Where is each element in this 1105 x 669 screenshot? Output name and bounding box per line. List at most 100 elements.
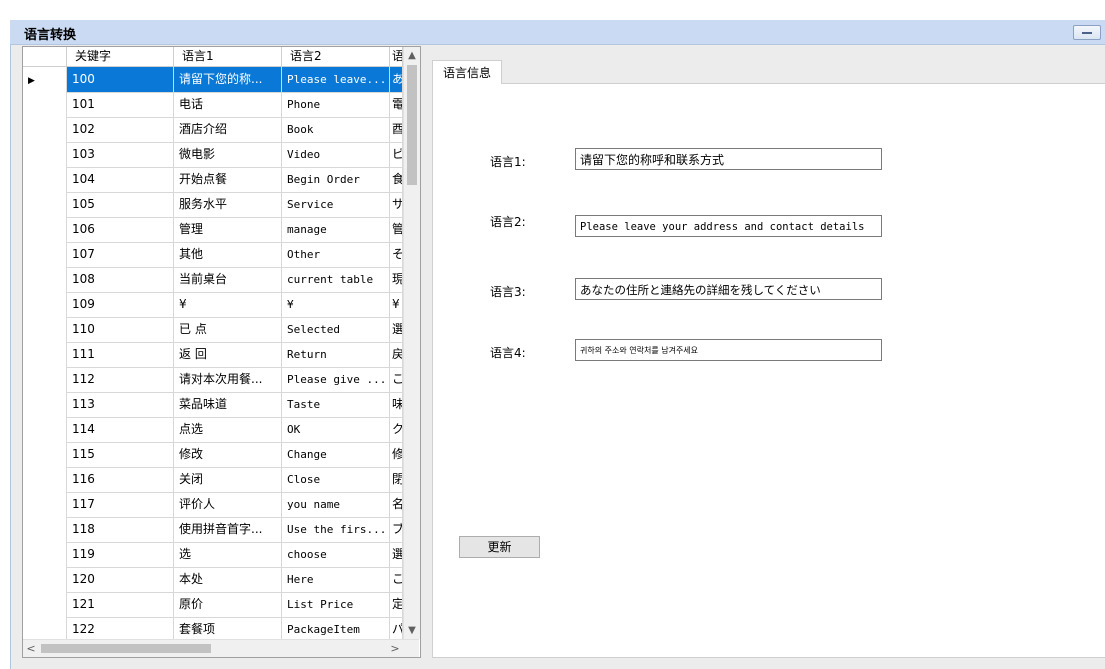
table-row[interactable]: 120 本处 Here こ [23,567,403,593]
cell-lang1[interactable]: 使用拼音首字... [174,517,282,542]
cell-lang1[interactable]: 已 点 [174,317,282,342]
cell-lang2[interactable]: Other [282,242,390,267]
cell-key[interactable]: 118 [67,517,174,542]
cell-lang3[interactable]: 定 [390,592,403,617]
table-row[interactable]: 102 酒店介绍 Book 酉 [23,117,403,143]
row-header[interactable] [23,167,67,192]
cell-lang2[interactable]: Please leave... [282,67,390,92]
cell-lang2[interactable]: you name [282,492,390,517]
cell-lang3[interactable]: 修 [390,442,403,467]
horizontal-scroll-thumb[interactable] [41,644,211,653]
language3-field[interactable]: あなたの住所と連絡先の詳細を残してください [575,278,882,300]
cell-lang2[interactable]: Change [282,442,390,467]
column-header-key[interactable]: 关键字 [67,47,174,66]
cell-lang1[interactable]: 本处 [174,567,282,592]
column-header-lang2[interactable]: 语言2 [282,47,390,66]
cell-lang2[interactable]: Please give ... [282,367,390,392]
table-row[interactable]: 109 ¥ ¥ ¥ [23,292,403,318]
cell-key[interactable]: 111 [67,342,174,367]
cell-lang2[interactable]: Begin Order [282,167,390,192]
cell-lang1[interactable]: 原价 [174,592,282,617]
row-header[interactable] [23,592,67,617]
table-row[interactable]: 112 请对本次用餐... Please give ... こ [23,367,403,393]
cell-key[interactable]: 117 [67,492,174,517]
cell-lang2[interactable]: Phone [282,92,390,117]
cell-lang3[interactable]: こ [390,567,403,592]
cell-key[interactable]: 112 [67,367,174,392]
table-row[interactable]: 107 其他 Other そ [23,242,403,268]
row-header[interactable]: ▶ [23,67,67,92]
minimize-button[interactable] [1073,25,1101,40]
cell-key[interactable]: 101 [67,92,174,117]
vertical-scroll-thumb[interactable] [407,65,417,185]
cell-lang3[interactable]: 戻 [390,342,403,367]
row-header[interactable] [23,242,67,267]
table-row[interactable]: 117 评价人 you name 名 [23,492,403,518]
cell-lang1[interactable]: 菜品味道 [174,392,282,417]
table-row[interactable]: 104 开始点餐 Begin Order 食 [23,167,403,193]
row-header[interactable] [23,492,67,517]
cell-lang2[interactable]: ¥ [282,292,390,317]
scroll-up-icon[interactable]: ▲ [404,47,420,64]
cell-lang3[interactable]: ブ [390,517,403,542]
cell-lang3[interactable]: サ [390,192,403,217]
row-header[interactable] [23,542,67,567]
horizontal-scrollbar[interactable]: < > [23,639,419,657]
cell-lang2[interactable]: Selected [282,317,390,342]
cell-lang3[interactable]: そ [390,242,403,267]
update-button[interactable]: 更新 [459,536,540,558]
cell-lang3[interactable]: あ [390,67,403,92]
column-header-lang1[interactable]: 语言1 [174,47,282,66]
language4-field[interactable]: 귀하의 주소와 연락처를 남겨주세요 [575,339,882,361]
table-row[interactable]: 116 关闭 Close 閉 [23,467,403,493]
row-header[interactable] [23,317,67,342]
cell-lang3[interactable]: ビ [390,142,403,167]
cell-lang1[interactable]: 服务水平 [174,192,282,217]
cell-lang2[interactable]: manage [282,217,390,242]
cell-lang3[interactable]: こ [390,367,403,392]
cell-key[interactable]: 102 [67,117,174,142]
table-row[interactable]: 106 管理 manage 管 [23,217,403,243]
cell-lang3[interactable]: 現 [390,267,403,292]
cell-key[interactable]: 103 [67,142,174,167]
table-row[interactable]: 115 修改 Change 修 [23,442,403,468]
cell-lang2[interactable]: choose [282,542,390,567]
language1-field[interactable]: 请留下您的称呼和联系方式 [575,148,882,170]
cell-key[interactable]: 119 [67,542,174,567]
row-header[interactable] [23,417,67,442]
cell-lang3[interactable]: 電 [390,92,403,117]
row-header[interactable] [23,142,67,167]
row-header[interactable] [23,367,67,392]
vertical-scrollbar[interactable]: ▲ ▼ [403,47,420,639]
cell-lang3[interactable]: 選 [390,317,403,342]
row-header[interactable] [23,467,67,492]
cell-lang1[interactable]: 微电影 [174,142,282,167]
row-header[interactable] [23,442,67,467]
scroll-right-icon[interactable]: > [387,640,403,657]
cell-key[interactable]: 100 [67,67,174,92]
cell-lang1[interactable]: 点选 [174,417,282,442]
table-row[interactable]: 108 当前桌台 current table 現 [23,267,403,293]
cell-key[interactable]: 116 [67,467,174,492]
table-row[interactable]: 101 电话 Phone 電 [23,92,403,118]
cell-key[interactable]: 104 [67,167,174,192]
cell-key[interactable]: 113 [67,392,174,417]
cell-key[interactable]: 121 [67,592,174,617]
cell-lang3[interactable]: ¥ [390,292,403,317]
cell-lang1[interactable]: 电话 [174,92,282,117]
table-row[interactable]: ▶ 100 请留下您的称... Please leave... あ [23,67,403,93]
row-header[interactable] [23,567,67,592]
row-header[interactable] [23,192,67,217]
scroll-down-icon[interactable]: ▼ [404,622,420,639]
row-header[interactable] [23,267,67,292]
table-row[interactable]: 119 选 choose 選 [23,542,403,568]
cell-lang3[interactable]: 選 [390,542,403,567]
cell-lang3[interactable]: 味 [390,392,403,417]
table-row[interactable]: 118 使用拼音首字... Use the firs... ブ [23,517,403,543]
row-header[interactable] [23,342,67,367]
cell-key[interactable]: 107 [67,242,174,267]
table-row[interactable]: 110 已 点 Selected 選 [23,317,403,343]
cell-key[interactable]: 108 [67,267,174,292]
scroll-left-icon[interactable]: < [23,640,39,657]
cell-lang1[interactable]: 请留下您的称... [174,67,282,92]
